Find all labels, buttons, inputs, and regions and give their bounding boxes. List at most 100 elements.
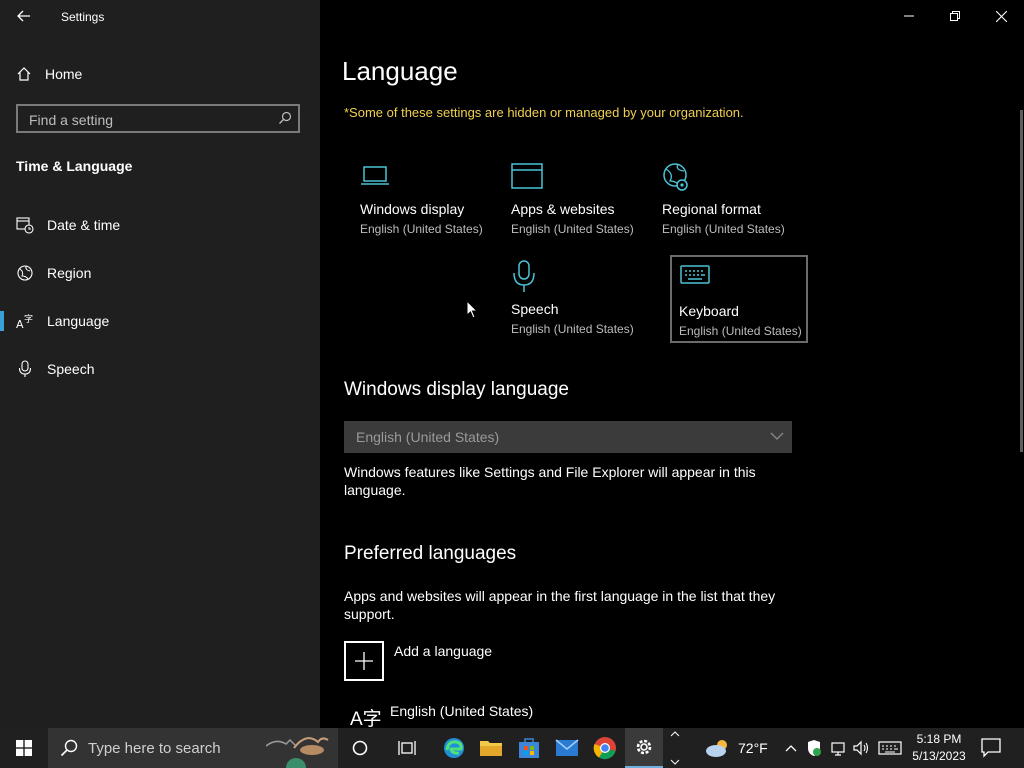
mail-taskbar-button[interactable]: [548, 728, 586, 768]
dropdown-value: English (United States): [356, 429, 500, 445]
taskbar: Type here to search 72°F 5:18 PM 5/13/20…: [0, 728, 1024, 768]
restore-icon: [950, 11, 960, 21]
weather-temperature: 72°F: [738, 740, 768, 756]
weather-widget[interactable]: 72°F: [704, 736, 768, 760]
clock-time: 5:18 PM: [916, 732, 962, 746]
chrome-browser-icon: [593, 737, 616, 760]
network-icon[interactable]: [830, 738, 848, 758]
tile-name: Apps & websites: [511, 201, 615, 217]
search-icon[interactable]: [278, 111, 292, 125]
search-highlight-birds-icon: [266, 737, 329, 768]
taskbar-search-placeholder: Type here to search: [88, 740, 221, 757]
sidebar-item-label: Date & time: [47, 217, 121, 233]
volume-icon[interactable]: [852, 738, 870, 758]
preferred-languages-heading: Preferred languages: [344, 543, 517, 564]
mail-icon: [555, 739, 579, 756]
svg-text:A: A: [16, 318, 24, 330]
back-arrow-icon: [17, 10, 30, 22]
tile-name: Regional format: [662, 201, 761, 217]
cortana-circle-icon: [352, 740, 368, 756]
laptop-icon: [361, 166, 389, 185]
add-language-button[interactable]: [344, 641, 384, 681]
display-language-dropdown[interactable]: English (United States): [344, 421, 792, 453]
selection-indicator: [0, 311, 4, 331]
chevron-down-icon: [770, 432, 784, 440]
find-setting-search[interactable]: [16, 104, 300, 133]
file-explorer-taskbar-button[interactable]: [472, 728, 510, 768]
sidebar-item-speech[interactable]: Speech: [0, 349, 320, 389]
scrollbar[interactable]: [1020, 110, 1023, 452]
section-title: Time & Language: [16, 158, 133, 174]
tile-name: Windows display: [360, 201, 465, 217]
managed-notice: *Some of these settings are hidden or ma…: [344, 105, 744, 120]
find-setting-input[interactable]: [27, 110, 271, 130]
sidebar-item-label: Speech: [47, 361, 95, 377]
home-nav-item[interactable]: Home: [16, 62, 82, 86]
tile-subtitle: English (United States): [511, 222, 634, 236]
search-icon: [60, 739, 78, 757]
display-language-description: Windows features like Settings and File …: [344, 464, 756, 498]
microphone-icon: [513, 260, 535, 292]
clock-date: 5/13/2023: [912, 749, 966, 763]
globe-icon: [17, 265, 33, 281]
plus-icon: [355, 652, 373, 670]
preferred-languages-description: Apps and websites will appear in the fir…: [344, 588, 776, 622]
app-title: Settings: [61, 10, 105, 24]
chevron-up-icon: [670, 731, 680, 737]
cortana-button[interactable]: [341, 728, 379, 768]
gear-icon: [636, 739, 652, 755]
minimize-button[interactable]: [886, 0, 932, 32]
chrome-taskbar-button[interactable]: [586, 728, 624, 768]
restore-button[interactable]: [932, 0, 978, 32]
tile-name: Keyboard: [679, 303, 739, 319]
regional-format-tile[interactable]: Regional format English (United States): [653, 155, 791, 243]
home-label: Home: [45, 66, 83, 82]
microphone-icon: [18, 360, 32, 377]
keyboard-tile[interactable]: Keyboard English (United States): [670, 255, 808, 343]
preferred-language-item[interactable]: English (United States): [390, 703, 533, 719]
add-language-label[interactable]: Add a language: [394, 643, 492, 659]
globe-gear-icon: [663, 163, 688, 191]
sidebar-item-label: Language: [47, 313, 110, 329]
taskbar-app-scroller[interactable]: [668, 728, 682, 768]
sidebar-item-label: Region: [47, 265, 92, 281]
task-view-icon: [398, 741, 416, 755]
security-shield-icon[interactable]: [806, 738, 822, 758]
minimize-icon: [904, 15, 914, 17]
sidebar-item-language[interactable]: A字 Language: [0, 301, 320, 341]
folder-icon: [480, 741, 502, 756]
window-icon: [511, 163, 543, 189]
close-button[interactable]: [978, 0, 1024, 32]
notification-center-icon[interactable]: [980, 736, 1002, 758]
sidebar-item-date-time[interactable]: Date & time: [0, 205, 320, 245]
windows-display-tile[interactable]: Windows display English (United States): [351, 155, 489, 243]
calendar-clock-icon: [16, 217, 34, 234]
windows-logo-icon: [16, 740, 32, 756]
sidebar-item-region[interactable]: Region: [0, 253, 320, 293]
speech-tile[interactable]: Speech English (United States): [502, 255, 640, 343]
store-bag-icon: [519, 738, 539, 758]
tile-name: Speech: [511, 301, 559, 317]
edge-taskbar-button[interactable]: [435, 728, 473, 768]
taskbar-search-box[interactable]: Type here to search: [48, 728, 338, 768]
cloudy-weather-icon: [706, 740, 727, 757]
tile-subtitle: English (United States): [511, 322, 634, 336]
keyboard-icon: [680, 265, 710, 284]
show-hidden-icons-icon[interactable]: [784, 738, 798, 758]
tile-subtitle: English (United States): [360, 222, 483, 236]
task-view-button[interactable]: [388, 728, 426, 768]
home-icon: [17, 67, 31, 81]
taskbar-clock[interactable]: 5:18 PM 5/13/2023: [910, 731, 968, 765]
svg-text:字: 字: [24, 313, 33, 325]
touch-keyboard-icon[interactable]: [878, 738, 902, 758]
display-language-heading: Windows display language: [344, 379, 569, 400]
settings-taskbar-button[interactable]: [625, 728, 663, 768]
main-panel: Language *Some of these settings are hid…: [320, 0, 1024, 730]
page-title: Language: [342, 56, 458, 86]
language-icon: A字: [16, 313, 33, 330]
apps-websites-tile[interactable]: Apps & websites English (United States): [502, 155, 640, 243]
back-button[interactable]: [12, 4, 36, 28]
start-button[interactable]: [0, 728, 48, 768]
store-taskbar-button[interactable]: [510, 728, 548, 768]
tile-subtitle: English (United States): [679, 324, 802, 338]
